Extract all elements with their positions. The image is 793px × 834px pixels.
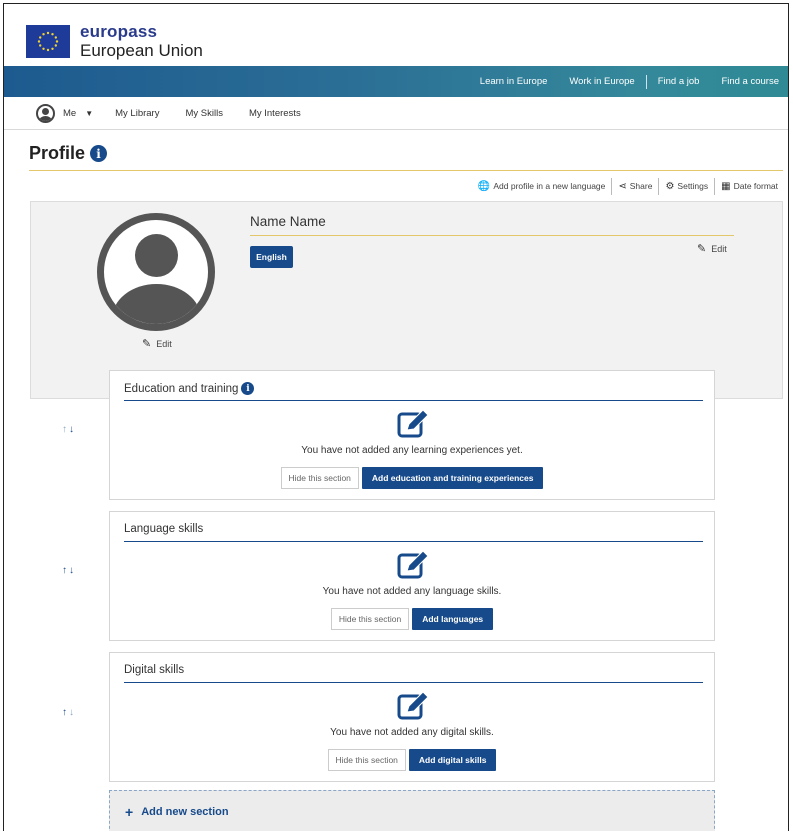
date-format-label: Date format — [733, 181, 778, 191]
nav-my-library[interactable]: My Library — [115, 108, 159, 119]
add-profile-language-button[interactable]: 🌐 Add profile in a new language — [472, 181, 611, 192]
pencil-icon: ✎ — [142, 338, 152, 350]
section-title: Digital skills — [124, 664, 184, 676]
profile-actions: 🌐 Add profile in a new language ⋖ Share … — [472, 176, 784, 196]
hide-section-button[interactable]: Hide this section — [280, 467, 359, 489]
empty-state-message: You have not added any language skills. — [322, 586, 502, 597]
nav-find-a-course[interactable]: Find a course — [710, 76, 788, 87]
empty-state-message: You have not added any digital skills. — [330, 727, 494, 738]
nav-learn-in-europe[interactable]: Learn in Europe — [469, 76, 559, 87]
info-icon[interactable]: i — [241, 382, 255, 395]
me-menu[interactable]: Me ▼ — [36, 103, 94, 123]
share-label: Share — [629, 181, 653, 191]
nav-find-a-job[interactable]: Find a job — [647, 76, 711, 87]
share-button[interactable]: ⋖ Share — [612, 181, 658, 192]
section-divider — [124, 541, 703, 542]
user-navigation: Me ▼ My Library My Skills My Interests — [4, 97, 788, 130]
page-frame: europass European Union Learn in Europe … — [3, 3, 789, 831]
nav-my-skills[interactable]: My Skills — [185, 108, 222, 119]
gear-icon: ⚙ — [665, 180, 675, 192]
settings-label: Settings — [677, 181, 709, 191]
section-divider — [124, 682, 703, 683]
brand-subtitle: European Union — [80, 41, 203, 60]
add-languages-button[interactable]: Add languages — [412, 608, 494, 630]
profile-name: Name Name — [250, 214, 326, 229]
plus-icon: + — [125, 804, 134, 820]
arrow-down-icon[interactable]: ↓ — [69, 424, 74, 435]
settings-button[interactable]: ⚙ Settings — [659, 181, 714, 192]
reorder-arrows: ↑ ↓ — [62, 565, 74, 576]
user-avatar-icon — [36, 103, 55, 123]
add-language-label: Add profile in a new language — [493, 181, 606, 191]
section-title-text: Language skills — [124, 523, 204, 535]
arrow-up-icon[interactable]: ↑ — [62, 565, 67, 576]
edit-photo-button[interactable]: ✎ Edit — [142, 337, 172, 350]
section-title: Language skills — [124, 523, 203, 535]
edit-photo-label: Edit — [156, 338, 172, 349]
edit-note-icon — [397, 408, 430, 438]
hide-section-button[interactable]: Hide this section — [327, 749, 406, 771]
section-digital-skills: Digital skills You have not added any di… — [109, 652, 715, 782]
name-divider — [250, 235, 734, 236]
add-digital-skills-button[interactable]: Add digital skills — [408, 749, 497, 771]
section-title: Education and training i — [124, 382, 255, 395]
page-title-text: Profile — [29, 143, 86, 163]
title-divider — [29, 170, 783, 171]
date-format-button[interactable]: ▦ Date format — [715, 181, 784, 192]
section-divider — [124, 400, 703, 401]
reorder-arrows: ↑ ↓ — [62, 707, 74, 718]
section-title-text: Digital skills — [124, 664, 185, 676]
top-navigation-bar: Learn in Europe Work in Europe Find a jo… — [4, 66, 788, 97]
brand-name: europass — [80, 22, 158, 41]
add-education-button[interactable]: Add education and training experiences — [361, 467, 544, 489]
eu-flag-icon — [26, 24, 70, 58]
arrow-down-icon[interactable]: ↓ — [69, 565, 74, 576]
me-label: Me — [63, 107, 77, 119]
info-icon[interactable]: i — [90, 145, 108, 162]
edit-note-icon — [397, 549, 430, 579]
section-education-training: Education and training i You have not ad… — [109, 370, 715, 500]
page-title: Profile i — [29, 143, 108, 164]
nav-work-in-europe[interactable]: Work in Europe — [558, 76, 645, 87]
edit-profile-label: Edit — [711, 243, 727, 254]
edit-note-icon — [397, 690, 430, 720]
profile-photo-placeholder-icon[interactable] — [97, 213, 215, 331]
hide-section-button[interactable]: Hide this section — [330, 608, 410, 630]
globe-icon: 🌐 — [477, 180, 491, 192]
add-new-section-button[interactable]: + Add new section — [109, 790, 715, 831]
section-language-skills: Language skills You have not added any l… — [109, 511, 715, 641]
section-title-text: Education and training — [124, 382, 239, 395]
add-new-section-label: Add new section — [141, 806, 229, 818]
edit-profile-button[interactable]: ✎ Edit — [697, 242, 727, 255]
pencil-icon: ✎ — [697, 243, 707, 255]
europass-logo[interactable]: europass European Union — [26, 21, 203, 61]
caret-down-icon: ▼ — [85, 108, 94, 118]
arrow-up-icon[interactable]: ↑ — [62, 424, 67, 435]
empty-state-message: You have not added any learning experien… — [301, 445, 523, 456]
calendar-icon: ▦ — [721, 180, 731, 192]
nav-my-interests[interactable]: My Interests — [249, 108, 301, 119]
arrow-down-icon[interactable]: ↓ — [69, 707, 74, 718]
language-badge[interactable]: English — [250, 246, 293, 268]
arrow-up-icon[interactable]: ↑ — [62, 707, 67, 718]
reorder-arrows: ↑ ↓ — [62, 424, 74, 435]
share-icon: ⋖ — [618, 180, 627, 192]
